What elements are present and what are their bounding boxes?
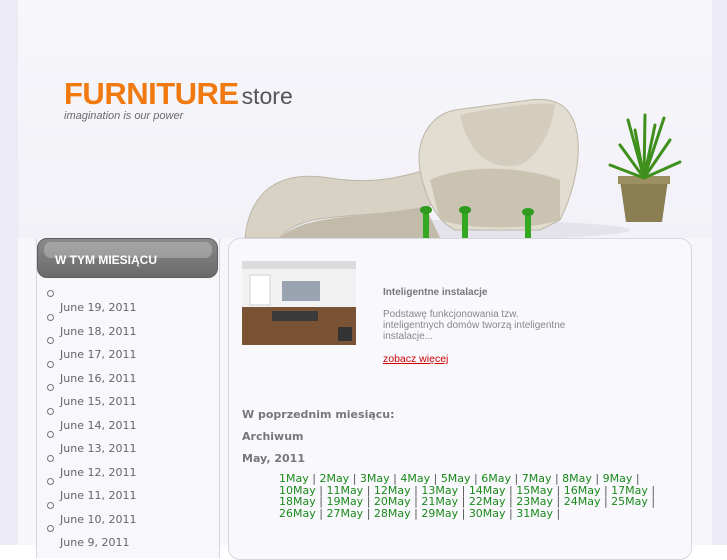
sidebar-header: W TYM MIESIĄCU bbox=[37, 238, 218, 278]
archive-link[interactable]: June 14, 2011 bbox=[60, 419, 136, 432]
archive-link[interactable]: June 13, 2011 bbox=[60, 442, 136, 455]
separator: | bbox=[647, 495, 656, 508]
read-more-link[interactable]: zobacz więcej bbox=[383, 353, 448, 365]
sidebar-title: W TYM MIESIĄCU bbox=[55, 253, 157, 267]
archive-link[interactable]: June 9, 2011 bbox=[60, 536, 129, 549]
sidebar: W TYM MIESIĄCU June 19, 2011 June 18, 20… bbox=[36, 238, 220, 558]
bullet-icon bbox=[47, 360, 54, 368]
month-heading: May, 2011 bbox=[242, 452, 305, 465]
archive-heading: Archiwum bbox=[242, 430, 304, 443]
day-link[interactable]: 31May bbox=[516, 507, 553, 520]
bullet-icon bbox=[47, 525, 54, 532]
archive-link[interactable]: June 19, 2011 bbox=[60, 301, 136, 314]
bullet-icon bbox=[47, 454, 54, 462]
archive-link[interactable]: June 17, 2011 bbox=[60, 348, 136, 361]
post-excerpt: Podstawę funkcjonowania tzw. inteligentn… bbox=[383, 309, 566, 342]
logo-main-text: FURNITURE bbox=[64, 76, 239, 111]
separator: | bbox=[410, 506, 422, 520]
day-link[interactable]: 25May bbox=[611, 495, 648, 508]
archive-link[interactable]: June 18, 2011 bbox=[60, 325, 136, 338]
bullet-icon bbox=[47, 384, 54, 391]
day-link[interactable]: 30May bbox=[469, 507, 506, 520]
day-link[interactable]: 26May bbox=[279, 507, 316, 520]
day-link[interactable]: 28May bbox=[374, 507, 411, 520]
archive-link[interactable]: June 15, 2011 bbox=[60, 395, 136, 408]
separator: | bbox=[600, 495, 612, 508]
room-image-icon bbox=[242, 261, 356, 345]
bullet-icon bbox=[47, 407, 54, 415]
post-thumbnail[interactable] bbox=[242, 261, 356, 345]
separator: | bbox=[315, 506, 327, 520]
archive-link[interactable]: June 10, 2011 bbox=[60, 513, 136, 526]
hero-furniture-image bbox=[244, 98, 682, 238]
archive-link[interactable]: June 11, 2011 bbox=[60, 489, 136, 502]
bullet-icon bbox=[47, 431, 54, 438]
day-link[interactable]: 29May bbox=[421, 507, 458, 520]
day-link[interactable]: 27May bbox=[326, 507, 363, 520]
post-title[interactable]: Inteligentne instalacje bbox=[383, 287, 487, 298]
bullet-icon bbox=[47, 501, 54, 509]
bullet-icon bbox=[47, 337, 54, 344]
separator: | bbox=[363, 506, 374, 520]
day-links: 1May | 2May | 3May | 4May | 5May | 6May … bbox=[279, 473, 674, 519]
bullet-icon bbox=[47, 313, 54, 321]
bullet-icon bbox=[47, 478, 54, 485]
previous-month-heading: W poprzednim miesiącu: bbox=[242, 408, 395, 421]
separator: | bbox=[553, 506, 561, 520]
separator: | bbox=[505, 506, 517, 520]
archive-link[interactable]: June 16, 2011 bbox=[60, 372, 136, 385]
day-link[interactable]: 24May bbox=[564, 495, 601, 508]
archive-link[interactable]: June 12, 2011 bbox=[60, 466, 136, 479]
separator: | bbox=[458, 506, 469, 520]
bullet-icon bbox=[47, 290, 54, 297]
